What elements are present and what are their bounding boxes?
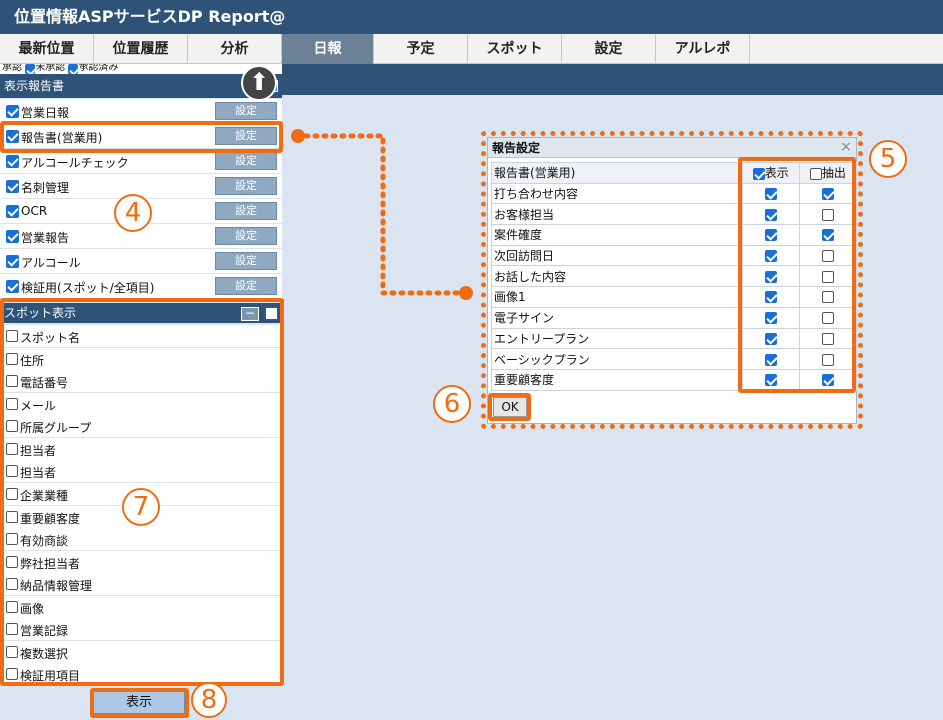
annotation-badge-6: 6 [433,385,471,423]
annotation-badge-4: 4 [114,194,152,232]
annotation-badge-7: 7 [122,488,160,526]
annotation-badge-8: 8 [191,682,227,718]
annotation-badge-5: 5 [869,140,907,178]
connector-line [291,129,473,300]
